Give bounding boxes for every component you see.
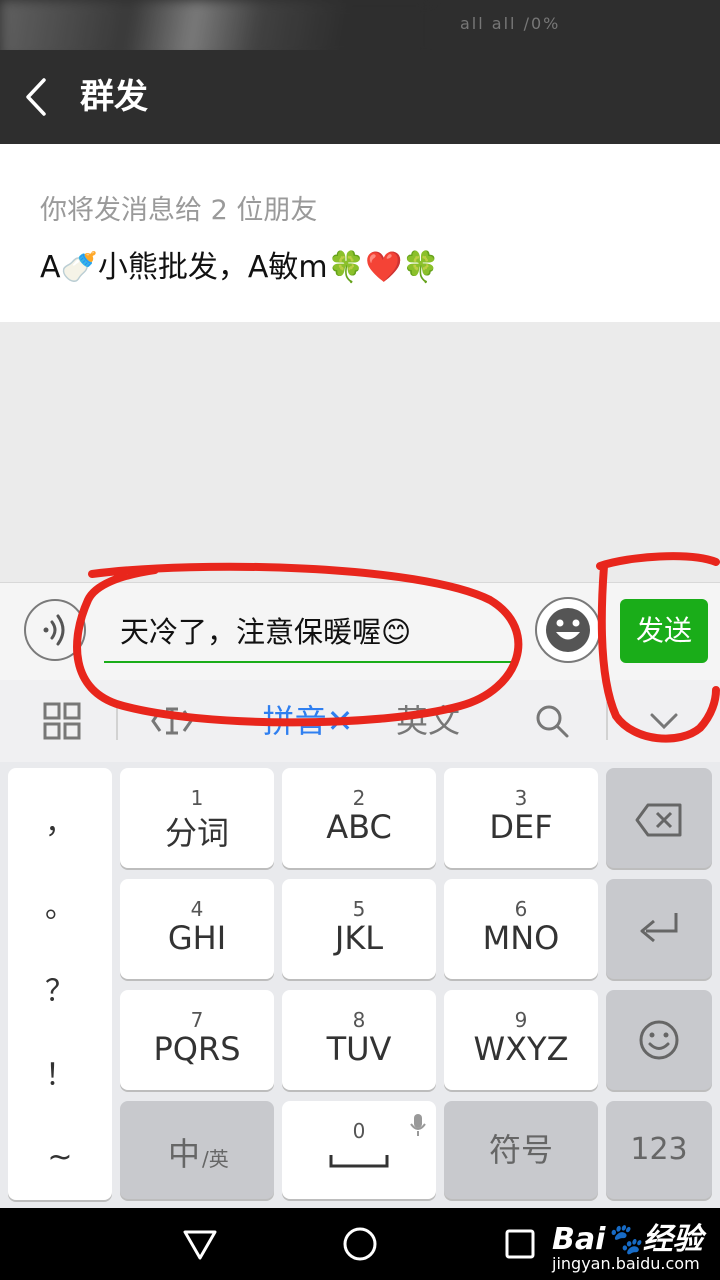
zh-en-switch-key[interactable]: 中 /英 (120, 1101, 274, 1199)
status-bar: all all /0% (0, 0, 720, 50)
message-input[interactable]: 天冷了，注意保暖喔😊 (104, 601, 516, 663)
smiley-icon (546, 608, 590, 652)
symbols-key[interactable]: 符号 (444, 1101, 598, 1199)
chevron-down-icon (650, 713, 678, 730)
key-label: DEF (489, 808, 553, 846)
nav-back-button[interactable] (180, 1224, 220, 1264)
circle-home-icon (343, 1227, 377, 1261)
baidu-jingyan-watermark: Bai🐾经验 jingyan.baidu.com (552, 1212, 720, 1276)
status-bar-blur (0, 0, 430, 50)
recipients-count: 你将发消息给 2 位朋友 (40, 195, 318, 226)
ime-menu-button[interactable] (30, 680, 94, 762)
triangle-back-icon (183, 1230, 217, 1260)
key-number: 1 (190, 786, 204, 810)
emoji-key[interactable] (606, 990, 712, 1090)
numbers-key[interactable]: 123 (606, 1101, 712, 1199)
recipients-names[interactable]: A🍼小熊批发，A敏m🍀❤️🍀 (40, 242, 440, 286)
zh-label: 中 (168, 1135, 201, 1173)
nav-home-button[interactable] (340, 1224, 380, 1264)
key-number: 7 (190, 1008, 204, 1032)
backspace-key[interactable] (606, 768, 712, 868)
key-label: PQRS (153, 1030, 241, 1068)
key-1[interactable]: 1 分词 (120, 768, 274, 868)
toolbar-divider (116, 702, 118, 740)
key-label: WXYZ (473, 1030, 569, 1068)
watermark-logo: Bai🐾经验 (552, 1222, 703, 1257)
key-number: 5 (352, 897, 366, 921)
key-label: MNO (482, 919, 560, 957)
key-7[interactable]: 7 PQRS (120, 990, 274, 1090)
key-8[interactable]: 8 TUV (282, 990, 436, 1090)
key-number: 6 (514, 897, 528, 921)
hide-keyboard-button[interactable] (632, 680, 696, 762)
send-button[interactable]: 发送 (620, 599, 708, 663)
key-number: 4 (190, 897, 204, 921)
status-indicators: all all /0% (460, 14, 561, 33)
system-nav-bar: Bai🐾经验 jingyan.baidu.com (0, 1208, 720, 1280)
key-number: 2 (352, 786, 366, 810)
voice-icon (43, 614, 65, 646)
back-button[interactable] (18, 74, 62, 120)
emoji-button[interactable] (535, 597, 601, 663)
ime-search-button[interactable] (520, 680, 584, 762)
backspace-icon (635, 803, 682, 837)
chevron-left-icon (26, 78, 46, 116)
space-bar-icon (329, 1155, 389, 1168)
page-title: 群发 (80, 77, 148, 117)
ime-toolbar: 拼音✕ 英文 (0, 680, 720, 762)
key-number: 3 (514, 786, 528, 810)
key-number: 8 (352, 1008, 366, 1032)
enter-key[interactable] (606, 879, 712, 979)
key-label: JKL (334, 919, 384, 957)
english-mode-tab[interactable]: 英文 (380, 680, 476, 762)
key-label: GHI (167, 919, 227, 957)
cursor-control-button[interactable] (140, 680, 204, 762)
composer-bar: 天冷了，注意保暖喔😊 发送 (0, 582, 720, 680)
punct-exclaim-key[interactable]: ！ (8, 1036, 112, 1116)
punct-period-key[interactable]: 。 (8, 868, 112, 948)
watermark-url: jingyan.baidu.com (552, 1254, 700, 1273)
key-2[interactable]: 2 ABC (282, 768, 436, 868)
search-icon (536, 705, 569, 738)
t9-keyboard: ， 。 ？ ！ ~ 1 分词 2 ABC 3 DEF 4 GHI 5 JKL 6… (0, 762, 720, 1208)
punct-comma-key[interactable]: ， (8, 784, 112, 864)
pinyin-mode-tab[interactable]: 拼音✕ (248, 680, 368, 762)
punctuation-column: ， 。 ？ ！ ~ (8, 768, 112, 1200)
key-label: 分词 (164, 814, 229, 852)
space-key[interactable]: 0 (282, 1101, 436, 1199)
key-label: TUV (326, 1030, 392, 1068)
nav-recents-button[interactable] (500, 1224, 540, 1264)
square-recents-icon (505, 1229, 535, 1259)
key-6[interactable]: 6 MNO (444, 879, 598, 979)
recipients-panel: 你将发消息给 2 位朋友 A🍼小熊批发，A敏m🍀❤️🍀 (0, 144, 720, 322)
key-4[interactable]: 4 GHI (120, 879, 274, 979)
toolbar-divider (606, 702, 608, 740)
cursor-move-icon (151, 707, 193, 735)
grid-icon (43, 702, 81, 740)
microphone-icon (410, 1114, 426, 1136)
key-9[interactable]: 9 WXYZ (444, 990, 598, 1090)
key-5[interactable]: 5 JKL (282, 879, 436, 979)
punct-tilde-key[interactable]: ~ (8, 1118, 112, 1198)
punct-question-key[interactable]: ？ (8, 952, 112, 1032)
key-label: ABC (326, 808, 392, 846)
voice-input-button[interactable] (24, 599, 86, 661)
return-icon (640, 913, 678, 943)
smiley-icon (639, 1020, 679, 1060)
key-number: 9 (514, 1008, 528, 1032)
key-3[interactable]: 3 DEF (444, 768, 598, 868)
title-bar: 群发 (0, 50, 720, 144)
en-label: /英 (202, 1147, 229, 1171)
